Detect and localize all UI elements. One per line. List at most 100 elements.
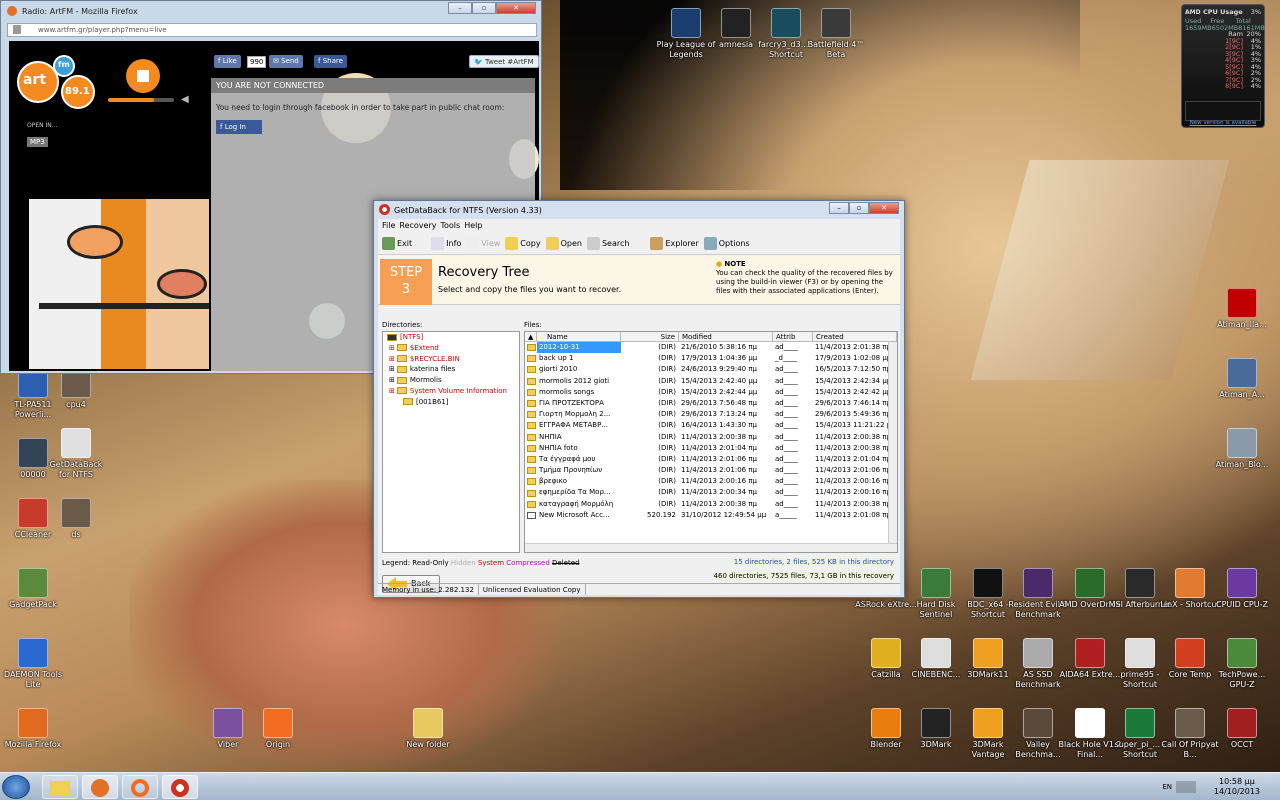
menu-file[interactable]: File [382,219,395,233]
speaker-icon[interactable]: ◀ [181,94,189,105]
desktop-shortcut[interactable]: New folder [395,708,461,750]
desktop-shortcut[interactable]: Atiman_Blo... [1209,428,1275,470]
facebook-like-button[interactable]: f Like [214,55,241,68]
update-link[interactable]: New version is available [1182,120,1264,126]
file-row[interactable]: back up 1 (DIR) 17/9/2013 1:04:36 μμ _d____… [525,353,897,364]
file-row[interactable]: Γιορτη Μορμολη 2... (DIR) 29/6/2013 7:13:2… [525,409,897,420]
legend-item: Deleted [552,559,580,567]
col-name[interactable]: Name [537,332,621,341]
expand-icon[interactable]: ⊞ [389,355,395,363]
language-indicator[interactable]: EN [1162,783,1172,791]
tree-item[interactable]: [001B61] [383,397,519,408]
close-button[interactable]: ✕ [869,202,899,214]
file-size: (DIR) [658,410,676,419]
desktop-shortcut[interactable]: Atiman_A... [1209,358,1275,400]
file-row[interactable]: εφημερίδα Τα Μορ... (DIR) 11/4/2013 2:00:3… [525,487,897,498]
search-button[interactable]: Search [586,237,629,250]
expand-icon[interactable]: ⊞ [389,376,395,384]
file-row[interactable]: mormolis 2012 gioti (DIR) 15/4/2013 2:42:4… [525,376,897,387]
maximize-button[interactable]: ▫ [472,2,496,14]
taskbar-origin[interactable] [122,775,158,799]
minimize-button[interactable]: – [829,202,849,214]
open-button[interactable]: Open [545,237,582,250]
directory-tree[interactable]: [NTFS] ⊞ $Extend ⊞ $RECYCLE.BIN ⊞ katerina fil… [382,331,520,553]
expand-icon[interactable]: ⊞ [389,387,395,395]
tree-item[interactable]: ⊞ Mormolis [383,375,519,386]
file-row[interactable]: ΝΗΠΙΑ (DIR) 11/4/2013 2:00:38 πμ ad____ 11/4… [525,432,897,443]
directories-label: Directories: [382,321,423,329]
sort-arrow-icon[interactable]: ▲ [525,332,537,341]
menu-tools[interactable]: Tools [440,219,460,233]
exit-button[interactable]: Exit [382,237,412,250]
tree-item[interactable]: ⊞ $RECYCLE.BIN [383,354,519,365]
horizontal-scrollbar[interactable] [525,543,897,552]
file-size: 520.192 [647,510,676,519]
start-button[interactable] [2,775,30,799]
desktop-shortcut[interactable]: Mozilla Firefox [0,708,66,750]
file-row[interactable]: Τα έγγραφά μου (DIR) 11/4/2013 2:01:06 πμ a… [525,454,897,465]
file-list[interactable]: ▲ Name Size Modified Attrib Created 2012… [524,331,898,553]
view-button[interactable]: View [466,237,500,250]
expand-icon[interactable]: ⊞ [389,344,395,352]
menu-help[interactable]: Help [464,219,482,233]
taskbar-getdataback[interactable] [162,775,198,799]
col-attrib[interactable]: Attrib [773,332,813,341]
facebook-send-button[interactable]: ✉ Send [269,55,303,68]
tree-item[interactable]: ⊞ katerina files [383,364,519,375]
file-row[interactable]: καταγραφή Μορμόλη (DIR) 11/4/2013 2:00:38 … [525,499,897,510]
volume-slider[interactable] [108,98,174,102]
file-row[interactable]: Τμήμα Προνηπίων (DIR) 11/4/2013 2:01:06 πμ… [525,465,897,476]
mp3-button[interactable]: MP3 [27,137,48,147]
file-name: εφημερίδα Τα Μορ... [539,488,611,497]
col-modified[interactable]: Modified [679,332,773,341]
desktop-shortcut[interactable]: DAEMON Tools Lite [0,638,66,690]
desktop-shortcut[interactable]: OCCT [1209,708,1275,750]
tree-item[interactable]: ⊞ $Extend [383,343,519,354]
desktop-shortcut[interactable]: Battlefield 4™ Beta [803,8,869,60]
explorer-button[interactable]: Explorer [650,237,699,250]
file-row[interactable]: βρεφικο (DIR) 11/4/2013 2:00:16 πμ ad____ 11… [525,476,897,487]
taskbar-firefox[interactable] [82,775,118,799]
menu-recovery[interactable]: Recovery [399,219,436,233]
file-modified: 11/4/2013 2:00:38 πμ [681,432,757,441]
tweet-button[interactable]: 🐦 Tweet #ArtFM [469,55,539,68]
facebook-login-button[interactable]: f Log In [216,120,262,134]
file-row[interactable]: New Microsoft Acc... 520.192 31/10/2012 12… [525,510,897,521]
desktop-shortcut[interactable]: TechPowe... GPU-Z [1209,638,1275,690]
file-row[interactable]: mormolis songs (DIR) 15/4/2013 2:42:44 μμ a… [525,387,897,398]
address-bar[interactable]: www.artfm.gr/player.php?menu=live [7,23,537,37]
clock[interactable]: 10:58 μμ 14/10/2013 [1214,777,1260,797]
taskbar-explorer[interactable] [42,775,78,799]
maximize-button[interactable]: ▫ [849,202,869,214]
file-row[interactable]: ΕΓΓΡΑΦΑ ΜΕΤΑΒΡ... (DIR) 16/4/2013 1:43:30 … [525,420,897,431]
desktop-shortcut[interactable]: CPUID CPU-Z [1209,568,1275,610]
col-size[interactable]: Size [621,332,679,341]
desktop-shortcut[interactable]: GadgetPack [0,568,66,610]
firefox-icon [91,779,109,797]
col-created[interactable]: Created [813,332,897,341]
desktop-shortcut[interactable]: cpu4 [43,368,109,410]
desktop-shortcut[interactable]: ds [43,498,109,540]
file-size: (DIR) [658,443,676,452]
file-row[interactable]: ΝΗΠΙΑ foto (DIR) 11/4/2013 2:01:04 πμ ad___… [525,443,897,454]
close-button[interactable]: ✕ [496,2,536,14]
vertical-scrollbar[interactable] [888,342,897,544]
expand-icon[interactable]: ⊞ [389,365,395,373]
file-row[interactable]: giorti 2010 (DIR) 24/6/2013 9:29:40 πμ ad__… [525,364,897,375]
info-button[interactable]: Info [431,237,461,250]
options-button[interactable]: Options [703,237,750,250]
desktop-shortcut[interactable]: GetDataBack for NTFS [43,428,109,480]
minimize-button[interactable]: – [448,2,472,14]
logo-art: art [23,72,47,88]
stop-button[interactable] [126,59,160,93]
desktop-shortcut[interactable]: Atiman_lla... [1209,288,1275,330]
shortcut-icon [413,708,443,738]
tree-item[interactable]: ⊞ System Volume Information [383,386,519,397]
file-row[interactable]: ΓΙΑ ΠΡΟΤΖΕΚΤΟΡΑ (DIR) 29/6/2013 7:56:48 πμ… [525,398,897,409]
desktop-shortcut[interactable]: Origin [245,708,311,750]
tree-item[interactable]: [NTFS] [383,332,519,343]
facebook-share-button[interactable]: f Share [314,55,347,68]
file-row[interactable]: 2012-10-31 (DIR) 21/6/2010 5:38:16 πμ ad___… [525,342,897,354]
shortcut-icon [671,8,701,38]
copy-button[interactable]: Copy [505,237,541,250]
